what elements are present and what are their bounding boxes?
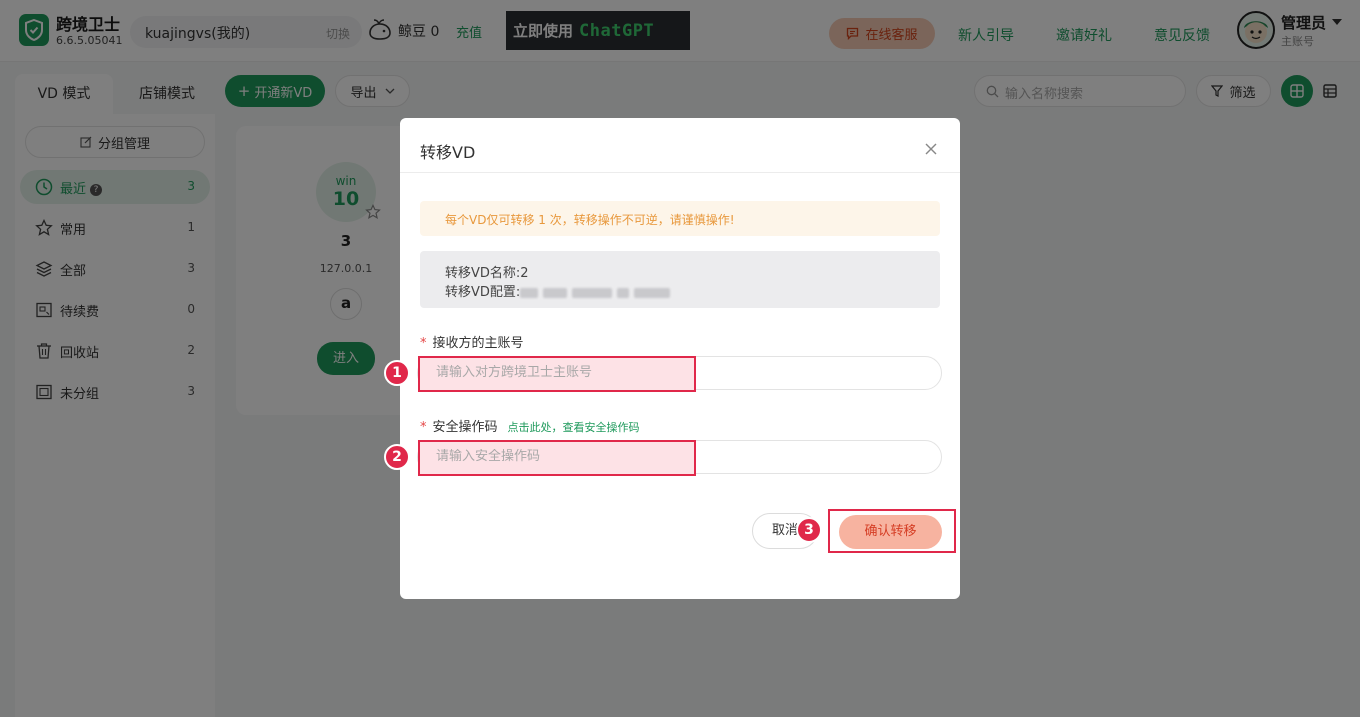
step-badge-2: 2 — [384, 444, 410, 470]
receiver-account-input[interactable] — [436, 365, 686, 380]
receiver-account-label: * 接收方的主账号 — [420, 336, 524, 351]
confirm-highlight: 确认转移 — [828, 509, 956, 553]
transfer-vd-dialog: 转移VD 每个VD仅可转移 1 次，转移操作不可逆，请谨慎操作! 转移VD名称:… — [384, 118, 960, 599]
close-icon[interactable] — [924, 142, 938, 156]
receiver-account-field[interactable] — [417, 356, 942, 392]
step-badge-3: 3 — [796, 517, 822, 543]
security-code-label: * 安全操作码 点击此处，查看安全操作码 — [420, 420, 640, 435]
dialog-title: 转移VD — [420, 143, 476, 162]
security-code-input[interactable] — [436, 449, 686, 464]
step-badge-1: 1 — [384, 360, 410, 386]
transfer-vd-config-label: 转移VD配置: — [445, 285, 521, 300]
transfer-vd-name: 转移VD名称:2 — [445, 266, 529, 281]
transfer-info-box: 转移VD名称:2 转移VD配置: — [420, 251, 940, 308]
dialog-divider — [400, 172, 960, 173]
security-code-field[interactable] — [417, 440, 942, 476]
warning-text: 每个VD仅可转移 1 次，转移操作不可逆，请谨慎操作! — [445, 213, 735, 227]
warning-banner: 每个VD仅可转移 1 次，转移操作不可逆，请谨慎操作! — [420, 201, 940, 236]
required-mark: * — [420, 336, 427, 351]
required-mark: * — [420, 420, 427, 435]
confirm-transfer-button[interactable]: 确认转移 — [839, 515, 942, 549]
transfer-vd-config: 转移VD配置: — [445, 281, 675, 300]
view-security-code-link[interactable]: 点击此处，查看安全操作码 — [508, 421, 640, 434]
